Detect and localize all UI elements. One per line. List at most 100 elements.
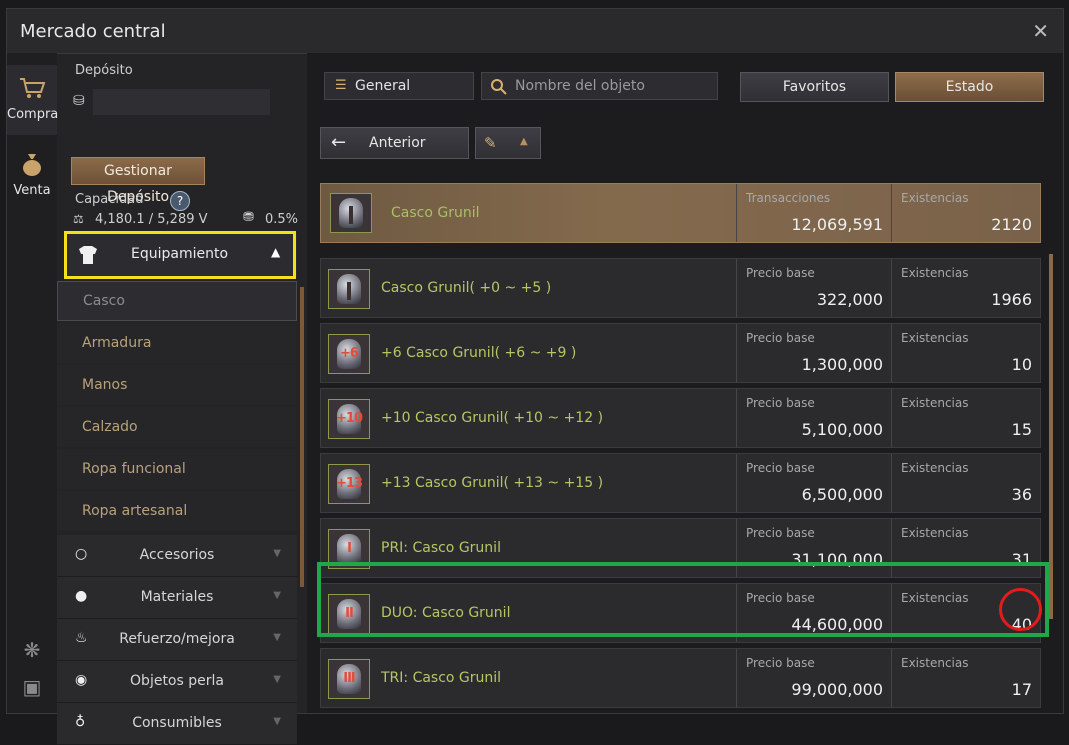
subitem-manos-label: Manos (82, 377, 128, 393)
price-value: 6,500,000 (801, 485, 883, 504)
item-row[interactable]: +13 +13 Casco Grunil( +13 ~ +15 ) Precio b… (320, 453, 1041, 513)
subitem-armadura[interactable]: Armadura (57, 323, 297, 363)
left-scrollbar[interactable] (300, 287, 304, 587)
category-refuerzo-label: Refuerzo/mejora (119, 631, 235, 647)
help-icon[interactable]: ? (170, 191, 190, 211)
window-title: Mercado central (20, 21, 166, 42)
category-objetos-perla-label: Objetos perla (130, 673, 224, 689)
category-objetos-perla[interactable]: ◉ Objetos perla ▼ (57, 661, 297, 703)
coins-icon: ⛃ (243, 210, 254, 225)
sort-button[interactable]: ✎ ▲ (475, 127, 541, 159)
enhance-badge: I (347, 541, 352, 556)
price-col: Precio base 1,300,000 (736, 324, 892, 382)
tab-compra[interactable]: Compra (7, 65, 58, 135)
stock-value: 17 (1011, 680, 1032, 699)
money-bag-icon (23, 154, 41, 176)
item-name: +6 Casco Grunil( +6 ~ +9 ) (381, 345, 577, 361)
item-icon-box: +6 (328, 334, 370, 374)
manage-deposit-button[interactable]: Gestionar Depósito (71, 157, 205, 205)
status-button[interactable]: Estado (895, 72, 1044, 102)
price-value: 1,300,000 (801, 355, 883, 374)
chevron-down-icon: ▼ (273, 590, 281, 601)
backpack-icon[interactable]: ▣ (19, 675, 45, 701)
stock-label: Existencias (901, 461, 969, 475)
back-button[interactable]: ← Anterior (320, 127, 469, 159)
price-value: 5,100,000 (801, 420, 883, 439)
favorites-button[interactable]: Favoritos (740, 72, 889, 102)
chevron-down-icon: ▼ (273, 632, 281, 643)
enhance-badge: III (343, 671, 356, 686)
price-col: Precio base 6,500,000 (736, 454, 892, 512)
capacity-value: 4,180.1 / 5,289 V (95, 212, 208, 227)
price-col: Precio base 5,100,000 (736, 389, 892, 447)
category-consumibles-label: Consumibles (132, 715, 222, 731)
item-row[interactable]: +10 +10 Casco Grunil( +10 ~ +12 ) Precio b… (320, 388, 1041, 448)
price-value: 322,000 (816, 290, 883, 309)
item-row[interactable]: +6 +6 Casco Grunil( +6 ~ +9 ) Precio base 1… (320, 323, 1041, 383)
category-refuerzo[interactable]: ♨ Refuerzo/mejora ▼ (57, 619, 297, 661)
stock-value: 1966 (991, 290, 1032, 309)
search-input[interactable]: Nombre del objeto (481, 72, 718, 100)
transactions-value: 12,069,591 (791, 215, 883, 234)
price-label: Precio base (746, 266, 815, 280)
helmet-icon (339, 198, 363, 228)
deposit-label: Depósito (75, 63, 133, 78)
chevron-down-icon: ▼ (273, 674, 281, 685)
item-name: +10 Casco Grunil( +10 ~ +12 ) (381, 410, 604, 426)
title-bar: Mercado central ✕ (7, 9, 1063, 54)
subitem-ropa-funcional-label: Ropa funcional (82, 461, 186, 477)
item-icon-box: +10 (328, 399, 370, 439)
category-accesorios[interactable]: ○ Accesorios ▼ (57, 535, 297, 577)
item-name: TRI: Casco Grunil (381, 670, 502, 686)
close-icon[interactable]: ✕ (1032, 19, 1049, 43)
category-materiales[interactable]: ● Materiales ▼ (57, 577, 297, 619)
stock-label: Existencias (901, 191, 969, 205)
stock-label: Existencias (901, 331, 969, 345)
stock-label: Existencias (901, 396, 969, 410)
helmet-icon: +10 (336, 404, 363, 434)
arrow-left-icon: ← (331, 132, 347, 153)
category-materiales-label: Materiales (140, 589, 214, 605)
item-row[interactable]: Casco Grunil( +0 ~ +5 ) Precio base 322,00… (320, 258, 1041, 318)
category-consumibles[interactable]: ♁ Consumibles ▼ (57, 703, 297, 745)
stock-label: Existencias (901, 526, 969, 540)
price-label: Precio base (746, 331, 815, 345)
featured-item-name: Casco Grunil (391, 205, 480, 221)
stock-label: Existencias (901, 266, 969, 280)
tab-venta[interactable]: Venta (7, 141, 57, 211)
price-label: Precio base (746, 526, 815, 540)
general-dropdown[interactable]: ☰ General (324, 72, 474, 100)
sort-up-icon: ▲ (520, 136, 528, 147)
stock-col: Existencias 36 (891, 454, 1041, 512)
subitem-ropa-artesanal-label: Ropa artesanal (82, 503, 188, 519)
featured-item-row[interactable]: Casco Grunil Transacciones 12,069,591 Ex… (320, 183, 1041, 243)
stock-col: Existencias 15 (891, 389, 1041, 447)
deposit-amount-box (93, 89, 270, 115)
highlight-green-box (317, 562, 1049, 637)
stock-label: Existencias (901, 656, 969, 670)
cart-icon (20, 78, 46, 98)
stock-col: Existencias 10 (891, 324, 1041, 382)
subitem-manos[interactable]: Manos (57, 365, 297, 405)
subitem-casco[interactable]: Casco (57, 281, 297, 321)
price-label: Precio base (746, 461, 815, 475)
helmet-icon: +6 (337, 339, 361, 369)
stock-col: Existencias 1966 (891, 259, 1041, 317)
stock-col: Existencias 17 (891, 649, 1041, 707)
general-label: General (355, 78, 411, 94)
subitem-casco-label: Casco (83, 293, 125, 309)
subitem-calzado[interactable]: Calzado (57, 407, 297, 447)
tax-value: 0.5% (265, 212, 299, 227)
item-row[interactable]: III TRI: Casco Grunil Precio base 99,000,00… (320, 648, 1041, 708)
search-placeholder: Nombre del objeto (515, 78, 645, 94)
tree-icon[interactable]: ❋ (19, 638, 45, 664)
stock-value: 10 (1011, 355, 1032, 374)
highlight-red-circle (999, 588, 1042, 631)
chevron-down-icon: ▼ (273, 716, 281, 727)
capacity-label: Capacidad (75, 192, 144, 207)
enhance-badge: +6 (340, 346, 359, 361)
right-scrollbar[interactable] (1049, 254, 1053, 619)
subitem-ropa-funcional[interactable]: Ropa funcional (57, 449, 297, 489)
subitem-ropa-artesanal[interactable]: Ropa artesanal (57, 491, 297, 531)
left-panel: Depósito ⛁ Gestionar Depósito Capacidad … (57, 53, 307, 745)
